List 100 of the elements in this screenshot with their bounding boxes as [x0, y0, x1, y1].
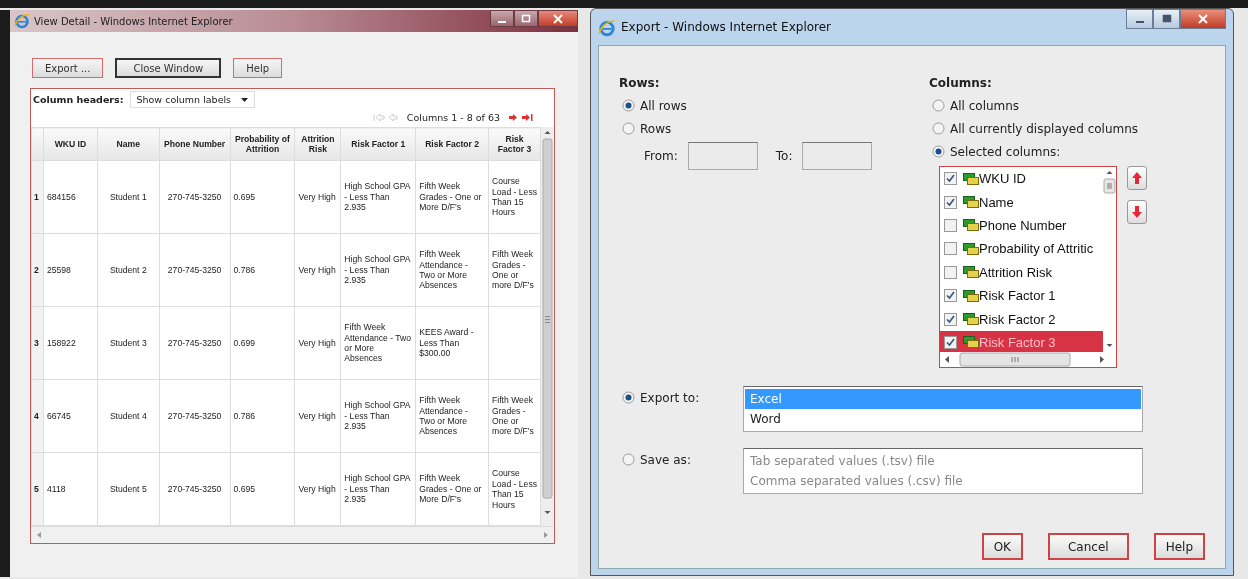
- checkbox[interactable]: [944, 265, 957, 279]
- radio-button[interactable]: [622, 122, 635, 135]
- list-item[interactable]: Attrition Risk: [940, 260, 1103, 284]
- maximize-button[interactable]: [1153, 9, 1180, 29]
- dialog-button[interactable]: OK: [981, 533, 1023, 560]
- list-item[interactable]: Word: [745, 409, 1141, 429]
- column-header[interactable]: Risk Factor 2: [415, 127, 489, 161]
- table-cell: Course Load - Less Than 15 Hours: [488, 452, 541, 526]
- browser-icon: [14, 13, 30, 29]
- item-label: Phone Number: [979, 217, 1067, 233]
- item-label: Name: [979, 194, 1014, 210]
- minimize-button[interactable]: [490, 10, 514, 27]
- column-icon: [963, 172, 979, 185]
- row-number: 1: [31, 160, 44, 234]
- checkbox[interactable]: [944, 172, 957, 186]
- window-title: Export - Windows Internet Explorer: [621, 20, 833, 34]
- header-cell: [31, 127, 44, 161]
- radio-button[interactable]: [932, 99, 945, 112]
- column-header[interactable]: Name: [97, 127, 160, 161]
- move-up-button[interactable]: [1127, 166, 1147, 190]
- table-cell: Very High: [294, 379, 341, 453]
- table-cell: Fifth Week Attendance - Two or More Absences: [340, 306, 416, 380]
- checkbox[interactable]: [944, 289, 957, 303]
- table-cell: 0.786: [230, 379, 295, 453]
- list-item[interactable]: WKU ID: [940, 167, 1103, 191]
- table-cell: High School GPA - Less Than 2.935: [340, 233, 416, 307]
- radio-button[interactable]: [622, 453, 635, 466]
- table-cell: 684156: [43, 160, 98, 234]
- column-icon: [963, 266, 979, 279]
- action-button[interactable]: Export ...: [32, 58, 104, 78]
- checkbox[interactable]: [944, 195, 957, 209]
- from-field[interactable]: [687, 142, 758, 170]
- list-item[interactable]: Risk Factor 1: [940, 283, 1103, 308]
- column-header[interactable]: Risk Factor 3: [488, 127, 541, 161]
- scroll-right-icon[interactable]: [544, 532, 548, 539]
- list-item[interactable]: Phone Number: [940, 213, 1103, 238]
- checkbox[interactable]: [944, 312, 957, 326]
- format-list[interactable]: Excel Word: [743, 386, 1143, 432]
- down-arrow-icon: [1130, 204, 1144, 220]
- table-cell: 270-745-3250: [159, 233, 230, 307]
- scroll-left-icon[interactable]: [37, 532, 41, 539]
- option-label[interactable]: Rows: [640, 121, 672, 136]
- table-cell: 270-745-3250: [159, 452, 230, 526]
- option-label[interactable]: Export to:: [640, 390, 700, 405]
- table-cell: Student 4: [97, 379, 160, 453]
- action-button[interactable]: Close Window: [115, 58, 222, 78]
- column-header[interactable]: WKU ID: [43, 127, 98, 161]
- option-label[interactable]: All rows: [640, 98, 687, 113]
- option-label[interactable]: Save as:: [640, 452, 691, 467]
- table-cell: Very High: [294, 160, 341, 234]
- table-cell: Fifth Week Attendance - Two or More Absences: [415, 233, 489, 307]
- table-cell: 270-745-3250: [159, 306, 230, 380]
- column-header[interactable]: Risk Factor 1: [340, 127, 416, 161]
- column-header[interactable]: Probability of Attrition: [230, 127, 295, 161]
- horizontal-scrollbar[interactable]: [31, 526, 554, 544]
- field-label: To:: [775, 149, 793, 163]
- list-item[interactable]: Comma separated values (.csv) file: [745, 471, 1141, 491]
- close-button[interactable]: [1180, 9, 1226, 29]
- dialog-button[interactable]: Cancel: [1048, 533, 1129, 560]
- close-icon: [1197, 14, 1209, 24]
- close-button[interactable]: [538, 10, 578, 27]
- radio-button[interactable]: [622, 391, 635, 404]
- option-label[interactable]: Selected columns:: [950, 144, 1061, 159]
- table-cell: 0.699: [230, 306, 295, 380]
- list-item[interactable]: Probability of Attritic: [940, 237, 1103, 261]
- option-label[interactable]: All currently displayed columns: [950, 121, 1139, 136]
- item-label: Probability of Attritic: [979, 241, 1094, 257]
- column-icon: [963, 336, 979, 349]
- column-icon: [963, 313, 979, 326]
- radio-button[interactable]: [932, 145, 945, 158]
- option-label[interactable]: All columns: [950, 98, 1020, 113]
- radio-button[interactable]: [622, 99, 635, 112]
- minimize-button[interactable]: [1126, 9, 1153, 29]
- row-number: 2: [31, 233, 44, 307]
- item-label: Risk Factor 3: [979, 334, 1056, 350]
- table-cell: Very High: [294, 233, 341, 307]
- checkbox[interactable]: [944, 242, 957, 256]
- column-headers-dropdown[interactable]: Show column labels: [129, 91, 256, 108]
- to-field[interactable]: [802, 142, 873, 170]
- table-cell: Fifth Week Attendance - Two or More Absences: [415, 379, 489, 453]
- table-cell: Fifth Week Grades - One or more D/F's: [488, 379, 541, 453]
- list-item[interactable]: Tab separated values (.tsv) file: [745, 451, 1141, 471]
- maximize-button[interactable]: [514, 10, 538, 27]
- dialog-button[interactable]: Help: [1153, 533, 1205, 560]
- action-button[interactable]: Help: [233, 58, 283, 78]
- list-item[interactable]: Name: [940, 190, 1103, 214]
- column-header[interactable]: Attrition Risk: [294, 127, 341, 161]
- radio-button[interactable]: [932, 122, 945, 135]
- column-list[interactable]: WKU ID Name Phone Number Probability of Attritic Attrition Risk Risk Factor 1 Risk Factor 2 Risk Factor 3: [939, 166, 1117, 368]
- table-cell: 0.786: [230, 233, 295, 307]
- table-cell: High School GPA - Less Than 2.935: [340, 379, 416, 453]
- list-item[interactable]: Risk Factor 2: [940, 307, 1103, 331]
- next-arrows-icon[interactable]: [508, 113, 534, 122]
- column-header[interactable]: Phone Number: [159, 127, 230, 161]
- table-cell: Course Load - Less Than 15 Hours: [488, 160, 541, 234]
- move-down-button[interactable]: [1127, 200, 1147, 224]
- vertical-scrollbar[interactable]: [541, 127, 554, 527]
- format-list[interactable]: Tab separated values (.tsv) file Comma separated values (.csv) file: [743, 448, 1143, 494]
- checkbox[interactable]: [944, 335, 957, 349]
- checkbox[interactable]: [944, 218, 957, 232]
